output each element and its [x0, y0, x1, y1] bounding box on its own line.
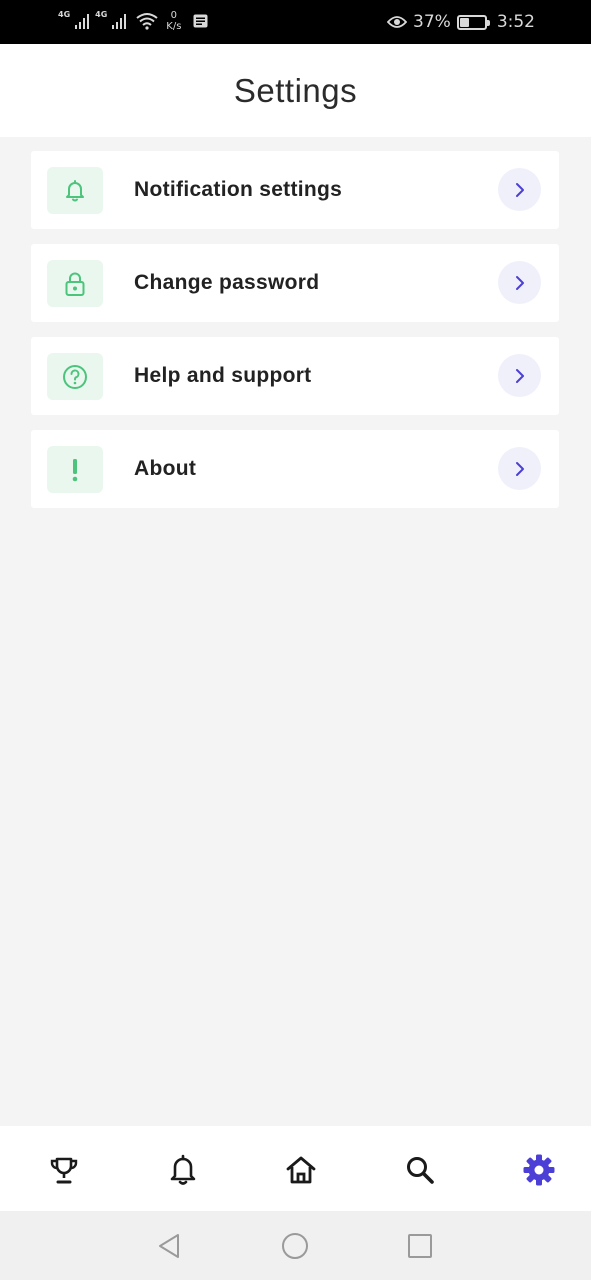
system-home-button[interactable]	[278, 1229, 312, 1263]
system-back-button[interactable]	[152, 1229, 186, 1263]
system-recents-button[interactable]	[403, 1229, 437, 1263]
status-left: 4G 4G 0 K/s	[58, 10, 208, 32]
help-circle-icon	[63, 364, 87, 389]
chevron-right-icon	[515, 461, 524, 476]
back-triangle-icon	[159, 1234, 179, 1258]
settings-item-label: Help and support	[134, 364, 312, 387]
bell-icon	[66, 179, 84, 201]
nav-item-trophy[interactable]	[44, 1150, 84, 1190]
chevron-right-icon	[515, 275, 524, 290]
chevron-right-button[interactable]	[498, 447, 541, 490]
search-icon	[407, 1157, 434, 1184]
settings-item-about[interactable]: About	[31, 430, 559, 508]
chevron-right-button[interactable]	[498, 168, 541, 211]
battery-percent: 37%	[413, 12, 451, 32]
status-right: 37% 3:52	[387, 12, 535, 32]
nav-item-notifications[interactable]	[163, 1150, 203, 1190]
recents-square-icon	[408, 1234, 432, 1258]
settings-item-label: Notification settings	[134, 178, 343, 201]
settings-list: Notification settings Change password He…	[31, 151, 559, 523]
speed-value: 0	[170, 10, 178, 21]
chevron-right-button[interactable]	[498, 354, 541, 397]
gear-icon	[523, 1154, 555, 1186]
signal-icon-2	[112, 14, 127, 29]
battery-level-fill	[459, 17, 470, 27]
nav-item-settings[interactable]	[519, 1150, 559, 1190]
chevron-right-button[interactable]	[498, 261, 541, 304]
page-title: Settings	[233, 71, 358, 109]
clock: 3:52	[496, 12, 535, 32]
settings-item-change-password[interactable]: Change password	[31, 244, 559, 322]
chevron-right-icon	[515, 182, 524, 197]
eye-comfort-icon	[387, 16, 408, 28]
settings-item-help-support[interactable]: Help and support	[31, 337, 559, 415]
status-bar: 4G 4G 0 K/s 37% 3:52	[0, 0, 591, 44]
chevron-right-icon	[515, 368, 524, 383]
bottom-navigation	[0, 1126, 591, 1211]
system-navigation-bar	[0, 1211, 591, 1280]
icon-container	[47, 167, 103, 214]
home-circle-icon	[282, 1233, 308, 1259]
battery-icon	[456, 14, 490, 30]
settings-item-notifications[interactable]: Notification settings	[31, 151, 559, 229]
icon-container	[47, 353, 103, 400]
lock-icon	[65, 272, 85, 296]
nav-item-home[interactable]	[281, 1150, 321, 1190]
icon-container	[47, 446, 103, 493]
nav-item-search[interactable]	[400, 1150, 440, 1190]
bell-icon	[170, 1154, 196, 1185]
network-type-1: 4G	[58, 9, 71, 19]
network-type-2: 4G	[95, 9, 108, 19]
exclamation-icon	[72, 458, 78, 481]
notification-card-icon	[193, 14, 208, 28]
app-header: Settings	[0, 44, 591, 137]
icon-container	[47, 260, 103, 307]
signal-icon	[75, 14, 90, 29]
network-speed: 0 K/s	[166, 10, 181, 32]
home-icon	[286, 1156, 316, 1184]
speed-unit: K/s	[166, 21, 182, 32]
settings-item-label: Change password	[134, 271, 320, 294]
wifi-icon	[136, 13, 158, 30]
settings-item-label: About	[134, 457, 197, 480]
trophy-icon	[50, 1157, 78, 1184]
